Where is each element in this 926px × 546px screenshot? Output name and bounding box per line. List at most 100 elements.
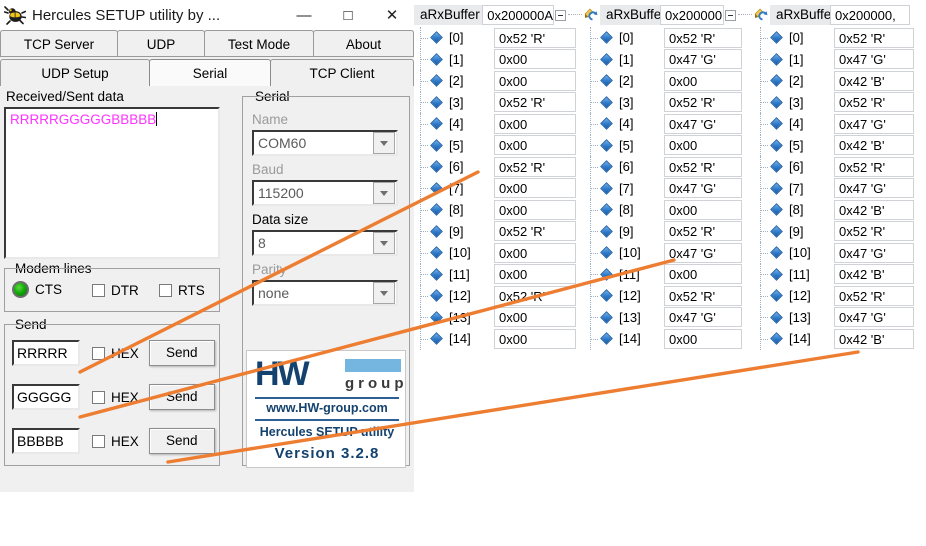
watch-row[interactable]: [13] 0x00: [414, 306, 584, 329]
watch-row[interactable]: [2] 0x00: [414, 70, 584, 92]
modem-dtr[interactable]: DTR: [92, 283, 139, 298]
chevron-down-icon[interactable]: [373, 282, 395, 304]
watch-row[interactable]: [11] 0x42 'B': [754, 263, 926, 286]
watch-value-cell[interactable]: 0x00: [494, 328, 576, 349]
tab-about[interactable]: About: [313, 30, 414, 57]
watch-row[interactable]: [3] 0x52 'R': [584, 91, 754, 114]
watch-row[interactable]: [12] 0x52 'R': [754, 285, 926, 307]
watch-row[interactable]: [5] 0x42 'B': [754, 134, 926, 157]
send-button-2[interactable]: Send: [148, 384, 215, 410]
send-button-1[interactable]: Send: [148, 340, 215, 366]
watch-value-cell[interactable]: 0x47 'G': [834, 242, 914, 263]
refresh-watch-icon[interactable]: [584, 8, 600, 22]
watch-value-cell[interactable]: 0x00: [494, 264, 576, 284]
serial-name-combo[interactable]: COM60: [252, 130, 398, 156]
watch-variable-name[interactable]: aRxBuffer: [600, 5, 666, 25]
watch-value-cell[interactable]: 0x00: [494, 135, 576, 155]
watch-value-cell[interactable]: 0x52 'R': [494, 221, 576, 241]
watch-value-cell[interactable]: 0x52 'R': [664, 156, 742, 177]
watch-row[interactable]: [0] 0x52 'R': [414, 27, 584, 49]
collapse-node-icon[interactable]: [555, 9, 566, 21]
watch-value-cell[interactable]: 0x52 'R': [664, 285, 742, 306]
collapse-node-icon[interactable]: [725, 9, 736, 21]
watch-row[interactable]: [3] 0x52 'R': [754, 91, 926, 114]
watch-row[interactable]: [1] 0x00: [414, 48, 584, 71]
watch-row[interactable]: [7] 0x47 'G': [754, 177, 926, 200]
watch-value-cell[interactable]: 0x42 'B': [834, 199, 914, 220]
watch-value-cell[interactable]: 0x47 'G': [664, 113, 742, 134]
watch-value-cell[interactable]: 0x47 'G': [834, 307, 914, 327]
watch-value-cell[interactable]: 0x00: [664, 70, 742, 91]
watch-row[interactable]: [0] 0x52 'R': [584, 27, 754, 49]
watch-row[interactable]: [4] 0x47 'G': [754, 113, 926, 135]
watch-row[interactable]: [0] 0x52 'R': [754, 27, 926, 49]
watch-value-cell[interactable]: 0x42 'B': [834, 70, 914, 91]
watch-value-cell[interactable]: 0x52 'R': [664, 221, 742, 241]
send-input-3[interactable]: BBBBB: [12, 428, 80, 454]
watch-row[interactable]: [10] 0x00: [414, 242, 584, 264]
watch-value-cell[interactable]: 0x00: [664, 264, 742, 284]
watch-value-cell[interactable]: 0x00: [664, 135, 742, 155]
watch-value-cell[interactable]: 0x47 'G': [664, 178, 742, 198]
watch-value-cell[interactable]: 0x52 'R': [494, 156, 576, 177]
chevron-down-icon[interactable]: [373, 182, 395, 204]
watch-value-cell[interactable]: 0x47 'G': [834, 49, 914, 69]
watch-row[interactable]: [5] 0x00: [414, 134, 584, 157]
watch-row[interactable]: [9] 0x52 'R': [754, 220, 926, 243]
tab-udp-setup[interactable]: UDP Setup: [0, 59, 150, 86]
modem-cts[interactable]: CTS: [12, 281, 62, 298]
watch-variable-name[interactable]: aRxBuffer: [414, 5, 483, 25]
serial-parity-combo[interactable]: none: [252, 280, 398, 306]
watch-value-cell[interactable]: 0x52 'R': [664, 92, 742, 112]
dtr-checkbox[interactable]: [92, 284, 105, 297]
watch-value-cell[interactable]: 0x00: [664, 199, 742, 220]
watch-row[interactable]: [14] 0x00: [414, 328, 584, 350]
watch-value-cell[interactable]: 0x42 'B': [834, 135, 914, 155]
tab-tcp-server[interactable]: TCP Server: [0, 30, 118, 57]
hex-checkbox-1[interactable]: [92, 346, 105, 360]
watch-row[interactable]: [1] 0x47 'G': [754, 48, 926, 71]
watch-value-cell[interactable]: 0x00: [494, 307, 576, 327]
watch-variable-address[interactable]: 0x200000,: [830, 5, 910, 25]
watch-value-cell[interactable]: 0x52 'R': [834, 156, 914, 177]
send-input-1[interactable]: RRRRR: [12, 340, 80, 366]
watch-row[interactable]: [8] 0x42 'B': [754, 199, 926, 221]
hw-group-url[interactable]: www.HW-group.com: [255, 401, 399, 415]
watch-value-cell[interactable]: 0x52 'R': [664, 27, 742, 48]
received-sent-data-textarea[interactable]: RRRRRGGGGGBBBBB: [4, 107, 220, 259]
watch-value-cell[interactable]: 0x47 'G': [664, 307, 742, 327]
watch-row[interactable]: [9] 0x52 'R': [414, 220, 584, 243]
chevron-down-icon[interactable]: [373, 232, 395, 254]
watch-row[interactable]: [3] 0x52 'R': [414, 91, 584, 114]
watch-value-cell[interactable]: 0x00: [494, 113, 576, 134]
watch-row[interactable]: [14] 0x00: [584, 328, 754, 350]
watch-row[interactable]: [12] 0x52 'R': [584, 285, 754, 307]
send-input-2[interactable]: GGGGG: [12, 384, 80, 410]
watch-value-cell[interactable]: 0x00: [494, 49, 576, 69]
watch-row[interactable]: [10] 0x47 'G': [584, 242, 754, 264]
hex-checkbox-2[interactable]: [92, 390, 105, 404]
watch-row[interactable]: [6] 0x52 'R': [414, 156, 584, 178]
rts-checkbox[interactable]: [159, 284, 172, 297]
watch-row[interactable]: [11] 0x00: [584, 263, 754, 286]
watch-variable-name[interactable]: aRxBuffer: [770, 5, 836, 25]
watch-value-cell[interactable]: 0x00: [494, 242, 576, 263]
watch-row[interactable]: [9] 0x52 'R': [584, 220, 754, 243]
watch-value-cell[interactable]: 0x47 'G': [834, 113, 914, 134]
watch-value-cell[interactable]: 0x00: [494, 178, 576, 198]
watch-value-cell[interactable]: 0x52 'R': [494, 285, 576, 306]
watch-row[interactable]: [10] 0x47 'G': [754, 242, 926, 264]
watch-value-cell[interactable]: 0x52 'R': [834, 221, 914, 241]
close-button[interactable]: ✕: [370, 0, 414, 30]
watch-value-cell[interactable]: 0x00: [494, 199, 576, 220]
watch-value-cell[interactable]: 0x52 'R': [494, 92, 576, 112]
send-button-3[interactable]: Send: [148, 428, 215, 454]
watch-value-cell[interactable]: 0x52 'R': [834, 92, 914, 112]
watch-row[interactable]: [2] 0x42 'B': [754, 70, 926, 92]
watch-row[interactable]: [6] 0x52 'R': [754, 156, 926, 178]
watch-row[interactable]: [13] 0x47 'G': [584, 306, 754, 329]
serial-datasize-combo[interactable]: 8: [252, 230, 398, 256]
watch-variable-address[interactable]: 0x200000A0: [482, 5, 554, 25]
watch-row[interactable]: [12] 0x52 'R': [414, 285, 584, 307]
watch-row[interactable]: [8] 0x00: [584, 199, 754, 221]
